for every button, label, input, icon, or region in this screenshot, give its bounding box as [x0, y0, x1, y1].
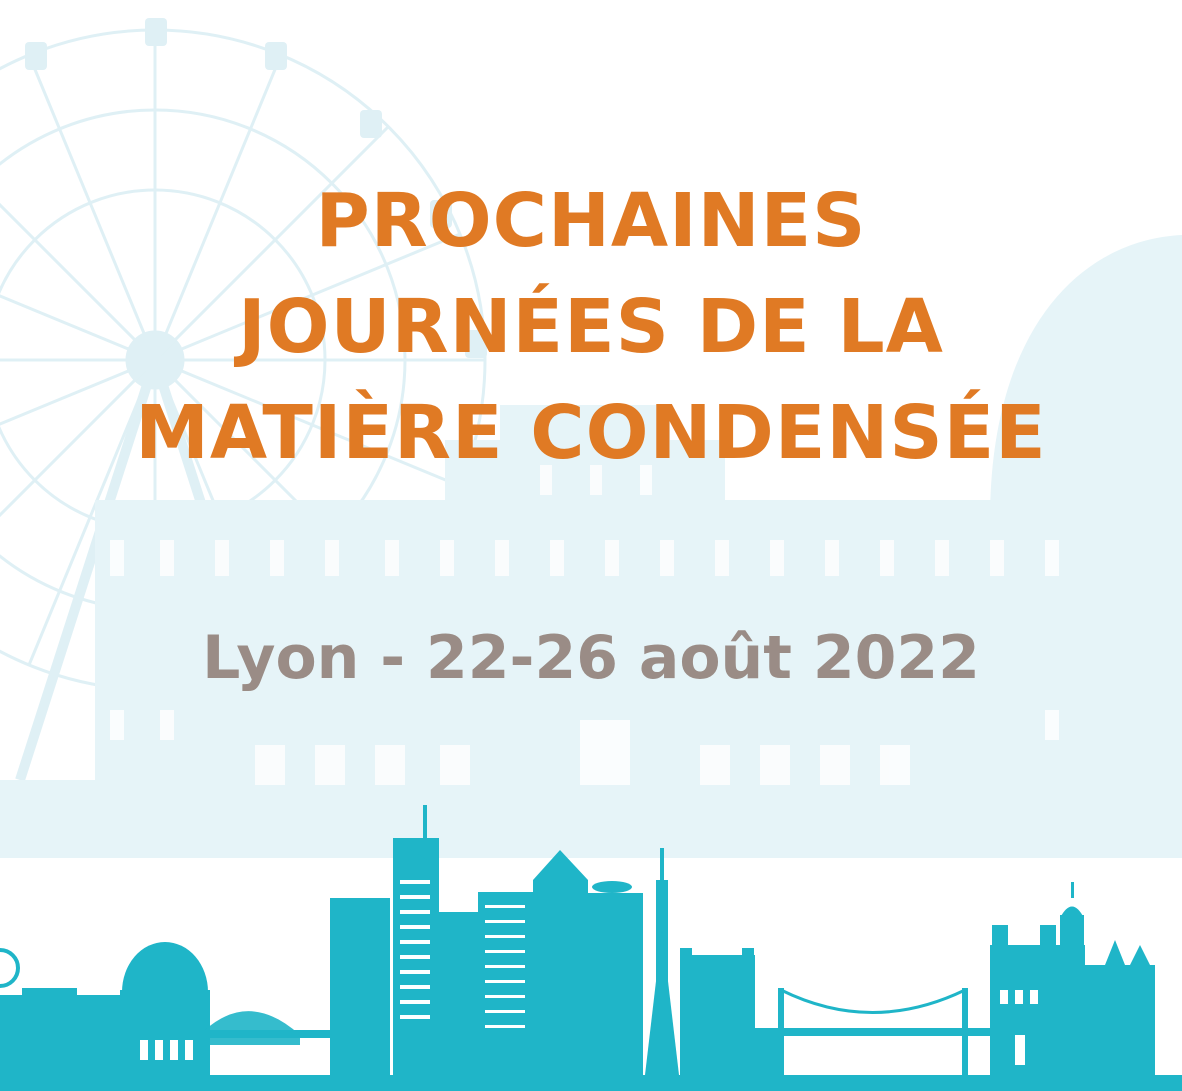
- event-location-date: Lyon - 22-26 août 2022: [202, 623, 980, 693]
- event-title: PROCHAINES JOURNÉES DE LA MATIÈRE CONDEN…: [0, 168, 1182, 486]
- title-line-2: JOURNÉES DE LA: [238, 284, 944, 370]
- title-line-1: PROCHAINES: [315, 178, 867, 264]
- title-line-3: MATIÈRE CONDENSÉE: [135, 390, 1047, 476]
- poster: PROCHAINES JOURNÉES DE LA MATIÈRE CONDEN…: [0, 0, 1182, 1091]
- lyon-skyline-illustration: [0, 18, 1182, 1091]
